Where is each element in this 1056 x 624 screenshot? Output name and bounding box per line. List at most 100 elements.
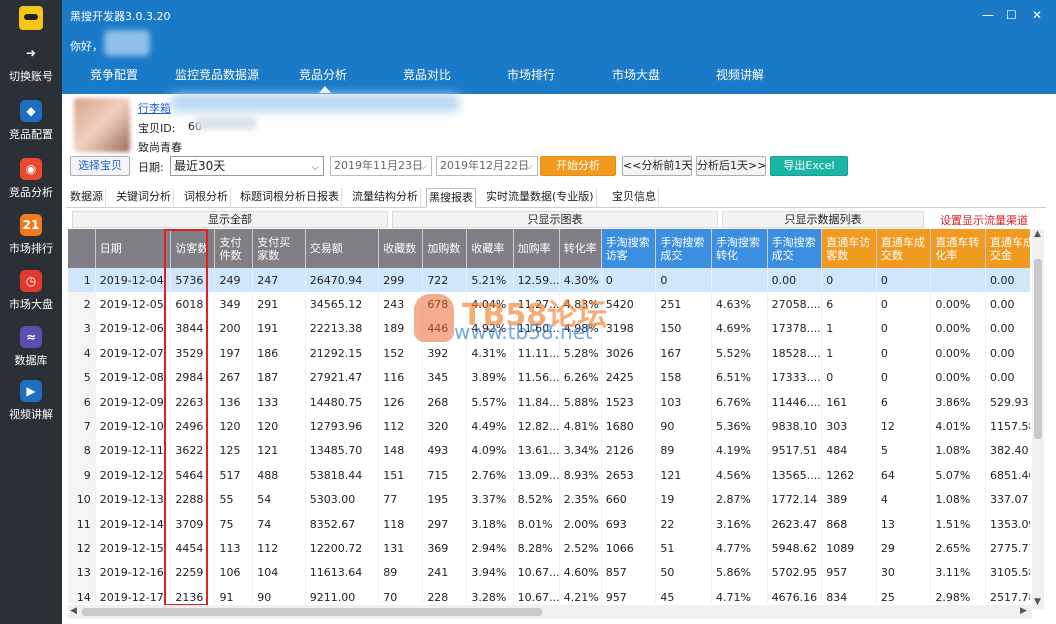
table-row[interactable]: 4 2019-12-07 3529 197 186 21292.15 152 392 4.31%… (68, 341, 1030, 366)
maximize-button[interactable]: ☐ (1006, 8, 1017, 22)
next-day-button[interactable]: 分析后1天>> (696, 156, 766, 176)
flow-channel-setting-link[interactable]: 设置显示流量渠道 (940, 212, 1028, 228)
column-header[interactable]: 收藏数 (378, 229, 424, 268)
column-header[interactable]: 手淘搜索访客 (601, 229, 657, 268)
product-name-link[interactable]: 行李箱 (138, 100, 171, 116)
column-header[interactable]: 手淘搜索转化 (711, 229, 768, 268)
table-cell: 3709 (170, 511, 216, 537)
table-cell: 53818.44 (305, 463, 380, 488)
tab-root-analysis[interactable]: 词根分析 (182, 188, 231, 208)
column-header[interactable]: 支付件数 (214, 229, 254, 268)
table-cell: 337.07 (985, 487, 1030, 512)
table-cell: 120 (252, 414, 306, 439)
column-header[interactable]: 交易额 (305, 229, 380, 268)
horizontal-scrollbar[interactable]: ◀ ▶ (68, 605, 1032, 619)
scroll-up-icon[interactable]: ▲ (1034, 229, 1041, 239)
nav-competitor-compare[interactable]: 竞品对比 (403, 66, 451, 83)
sidebar-item-2[interactable]: ◉ 竞品分析 (0, 158, 62, 206)
table-row[interactable]: 13 2019-12-16 2259 106 104 11613.64 89 241 3.94%… (68, 560, 1030, 586)
table-cell: 18528.... (767, 341, 823, 366)
nav-competitor-analysis[interactable]: 竞品分析 (299, 66, 347, 83)
prev-day-button[interactable]: <<分析前1天 (622, 156, 692, 176)
column-header[interactable]: 加购率 (513, 229, 560, 268)
sidebar-item-3[interactable]: 21 市场排行 (0, 214, 62, 262)
column-header[interactable]: 转化率 (559, 229, 602, 268)
row-number: 2 (68, 292, 96, 317)
start-analysis-button[interactable]: 开始分析 (540, 156, 616, 176)
sidebar-item-4[interactable]: ◷ 市场大盘 (0, 270, 62, 318)
table-cell: 5.57% (466, 389, 514, 415)
column-header[interactable]: 手淘搜索成交 (655, 229, 712, 268)
column-header[interactable]: 访客数 (170, 229, 216, 268)
table-cell: 715 (422, 463, 468, 488)
tab-title-root-daily[interactable]: 标题词根分析日报表 (238, 188, 342, 208)
column-header[interactable]: 加购数 (422, 229, 468, 268)
table-row[interactable]: 7 2019-12-10 2496 120 120 12793.96 112 320 4.49%… (68, 414, 1030, 439)
table-cell: 45 (655, 585, 712, 603)
table-cell: 392 (422, 341, 468, 366)
tab-data-source[interactable]: 数据源 (68, 188, 106, 208)
table-row[interactable]: 3 2019-12-06 3844 200 191 22213.38 189 446 4.92%… (68, 316, 1030, 342)
report-tabs: 数据源 关键词分析 词根分析 标题词根分析日报表 流量结构分析 黑搜报表 实时流… (66, 186, 1046, 208)
nav-market-ranking[interactable]: 市场排行 (507, 66, 555, 83)
table-cell: 4676.16 (767, 585, 823, 603)
column-header[interactable]: 直通车成交数 (876, 229, 932, 268)
column-header[interactable]: 日期 (95, 229, 172, 268)
column-header[interactable]: 手淘搜索成交 (767, 229, 823, 268)
sidebar-item-6[interactable]: ▶ 视频讲解 (0, 380, 62, 428)
table-row[interactable]: 5 2019-12-08 2984 267 187 27921.47 116 345 3.89%… (68, 365, 1030, 390)
sidebar-item-5[interactable]: ≈ 数据库 (0, 326, 62, 374)
minimize-button[interactable]: — (982, 8, 994, 22)
scroll-right-icon[interactable]: ▶ (1020, 606, 1027, 616)
table-cell: 55 (214, 487, 254, 512)
export-excel-button[interactable]: 导出Excel (770, 156, 848, 176)
nav-monitor-source[interactable]: 监控竞品数据源 (175, 66, 259, 83)
table-cell: 2984 (170, 365, 216, 390)
table-row[interactable]: 12 2019-12-15 4454 113 112 12200.72 131 369 2.94… (68, 536, 1030, 561)
vertical-scroll-thumb[interactable] (1034, 259, 1042, 439)
main-content: 行李箱 宝贝ID: 60 致尚青春 选择宝贝 日期: 最近30天 ⌵ 2019年… (62, 94, 1056, 624)
tab-keyword-analysis[interactable]: 关键词分析 (114, 188, 174, 208)
horizontal-scroll-thumb[interactable] (82, 608, 542, 616)
show-chart-only-button[interactable]: 只显示图表 (392, 211, 718, 228)
table-cell: 382.40 (985, 438, 1030, 464)
tab-product-info[interactable]: 宝贝信息 (610, 188, 659, 208)
select-product-button[interactable]: 选择宝贝 (70, 156, 130, 176)
nav-competition-config[interactable]: 竞争配置 (90, 66, 138, 83)
table-row[interactable]: 11 2019-12-14 3709 75 74 8352.67 118 297 3.18% 8.… (68, 511, 1030, 537)
column-header[interactable]: 直通车转化率 (930, 229, 987, 268)
start-date-picker[interactable]: 2019年11月23日 ⌵ (330, 156, 432, 176)
table-cell: 369 (422, 536, 468, 561)
sidebar-item-0[interactable]: ➜ 切换账号 (0, 42, 62, 90)
column-header[interactable]: 直通车成交金 (985, 229, 1030, 268)
tab-realtime-flow[interactable]: 实时流量数据(专业版) (484, 188, 597, 208)
show-all-button[interactable]: 显示全部 (72, 211, 388, 228)
table-cell: 13.61... (513, 438, 560, 464)
column-header[interactable]: 收藏率 (466, 229, 514, 268)
table-cell: 5464 (170, 463, 216, 488)
table-row[interactable]: 6 2019-12-09 2263 136 133 14480.75 126 268 5.57%… (68, 389, 1030, 415)
table-row[interactable]: 8 2019-12-11 3622 125 121 13485.70 148 493 4.09%… (68, 438, 1030, 464)
date-range-select[interactable]: 最近30天 ⌵ (170, 156, 324, 176)
nav-video-tutorial[interactable]: 视频讲解 (716, 66, 764, 83)
column-header[interactable]: 支付买家数 (252, 229, 306, 268)
tab-black-search-report[interactable]: 黑搜报表 (426, 188, 476, 208)
close-button[interactable]: ✕ (1032, 8, 1042, 22)
scroll-down-icon[interactable]: ▼ (1034, 597, 1041, 607)
table-row[interactable]: 2 2019-12-05 6018 349 291 34565.12 243 678 4.04%… (68, 292, 1030, 317)
sidebar-item-1[interactable]: ◆ 竞品配置 (0, 100, 62, 148)
scroll-left-icon[interactable]: ◀ (70, 606, 77, 616)
table-cell: 3844 (170, 316, 216, 342)
table-row[interactable]: 14 2019-12-17 2136 91 90 9211.00 70 228 3.28% 10.… (68, 585, 1030, 603)
column-header[interactable]: 直通车访客数 (821, 229, 877, 268)
show-list-only-button[interactable]: 只显示数据列表 (722, 211, 924, 228)
table-row[interactable]: 9 2019-12-12 5464 517 488 53818.44 151 715 2.76%… (68, 463, 1030, 488)
end-date-picker[interactable]: 2019年12月22日 ⌵ (436, 156, 538, 176)
table-row[interactable]: 1 2019-12-04 5736 249 247 26470.94 299 722 5.21%… (68, 268, 1030, 293)
table-cell: 529.93 (985, 389, 1030, 415)
table-row[interactable]: 10 2019-12-13 2288 55 54 5303.00 77 195 3.37% 8.5… (68, 487, 1030, 512)
tab-flow-structure[interactable]: 流量结构分析 (350, 188, 421, 208)
table-cell: 6.76% (711, 389, 768, 415)
nav-market-overview[interactable]: 市场大盘 (612, 66, 660, 83)
vertical-scrollbar[interactable]: ▲ ▼ (1032, 229, 1044, 609)
